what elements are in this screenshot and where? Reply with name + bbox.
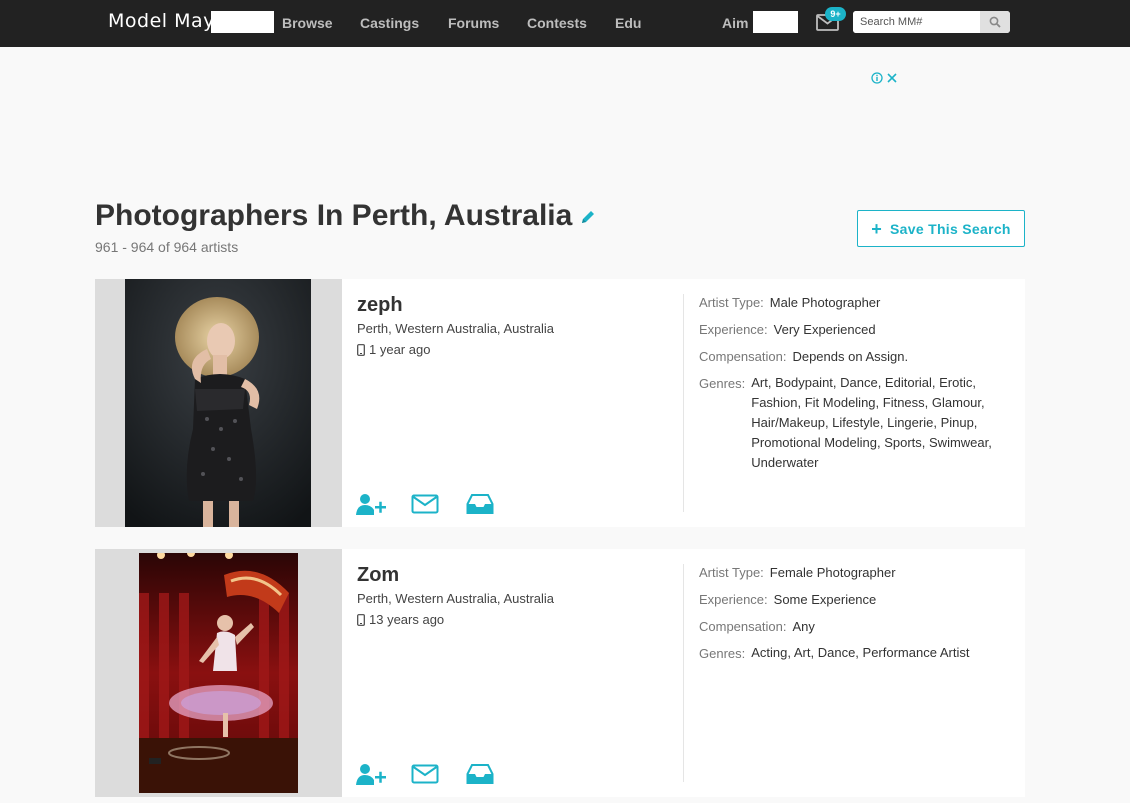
compensation-label: Compensation: (699, 619, 787, 634)
add-contact-button[interactable] (356, 761, 388, 787)
card-actions (356, 761, 498, 787)
last-seen: 13 years ago (357, 612, 444, 627)
artist-type-value: Female Photographer (769, 565, 896, 580)
card-actions (356, 491, 498, 517)
genres-label: Genres: (699, 646, 746, 661)
artist-type-label: Artist Type: (699, 295, 764, 310)
card-divider (683, 564, 684, 782)
compensation-value: Any (792, 619, 815, 634)
phone-icon (357, 343, 365, 356)
nav-edu[interactable]: Edu (615, 15, 641, 31)
message-icon (411, 494, 439, 514)
search-button[interactable] (980, 11, 1010, 33)
message-icon (411, 764, 439, 784)
search-icon (989, 16, 1001, 28)
add-contact-icon (356, 764, 386, 785)
top-nav-bar: Model May Browse Castings Forums Contest… (0, 0, 1130, 47)
compensation-label: Compensation: (699, 349, 787, 364)
inbox-icon (466, 494, 494, 514)
experience-value: Very Experienced (773, 322, 876, 337)
artist-details: Artist Type: Female Photographer Experien… (699, 564, 1009, 673)
result-count: 961 - 964 of 964 artists (95, 239, 239, 255)
close-icon[interactable] (886, 72, 898, 84)
search-box (853, 11, 1010, 33)
phone-icon (357, 613, 365, 626)
artist-photo-frame[interactable] (95, 279, 342, 527)
search-input[interactable] (853, 11, 980, 33)
pencil-icon[interactable] (580, 209, 596, 230)
experience-label: Experience: (699, 322, 768, 337)
artist-photo-frame[interactable] (95, 549, 342, 797)
info-icon[interactable] (871, 72, 883, 84)
nav-forums[interactable]: Forums (448, 15, 499, 31)
nav-browse[interactable]: Browse (282, 15, 333, 31)
save-search-label: Save This Search (890, 220, 1011, 237)
genres-value: Acting, Art, Dance, Performance Artist (751, 645, 970, 660)
ad-controls (871, 72, 898, 84)
message-button[interactable] (411, 491, 443, 517)
page-title: Photographers In Perth, Australia (95, 199, 573, 232)
user-name[interactable]: Aim (722, 15, 748, 31)
mail-count-badge: 9+ (825, 7, 846, 21)
artist-card: Zom Perth, Western Australia, Australia … (95, 549, 1025, 797)
artist-location: Perth, Western Australia, Australia (357, 591, 555, 606)
experience-value: Some Experience (773, 592, 877, 607)
last-seen-text: 1 year ago (369, 342, 431, 357)
inbox-icon (466, 764, 494, 784)
site-logo[interactable]: Model May (108, 10, 215, 32)
artist-name[interactable]: Zom (357, 564, 399, 587)
inbox-button[interactable] (466, 761, 498, 787)
artist-type-label: Artist Type: (699, 565, 764, 580)
add-contact-button[interactable] (356, 491, 388, 517)
save-search-button[interactable]: + Save This Search (857, 210, 1025, 247)
last-seen-text: 13 years ago (369, 612, 445, 627)
artist-type-value: Male Photographer (769, 295, 881, 310)
card-divider (683, 294, 684, 512)
artist-location: Perth, Western Australia, Australia (357, 321, 555, 336)
nav-contests[interactable]: Contests (527, 15, 587, 31)
genres-value: Art, Bodypaint, Dance, Editorial, Erotic… (751, 375, 992, 470)
artist-card: zeph Perth, Western Australia, Australia… (95, 279, 1025, 527)
redacted-logo-block (211, 11, 274, 33)
message-button[interactable] (411, 761, 443, 787)
last-seen: 1 year ago (357, 342, 430, 357)
add-contact-icon (356, 494, 386, 515)
inbox-button[interactable] (466, 491, 498, 517)
artist-details: Artist Type: Male Photographer Experience… (699, 294, 1009, 483)
redacted-user-block (753, 11, 798, 33)
nav-castings[interactable]: Castings (360, 15, 419, 31)
plus-icon: + (871, 218, 883, 239)
genres-label: Genres: (699, 376, 746, 391)
artist-photo[interactable] (125, 279, 311, 527)
compensation-value: Depends on Assign. (792, 349, 909, 364)
artist-name[interactable]: zeph (357, 294, 403, 317)
artist-photo[interactable] (139, 553, 298, 793)
experience-label: Experience: (699, 592, 768, 607)
